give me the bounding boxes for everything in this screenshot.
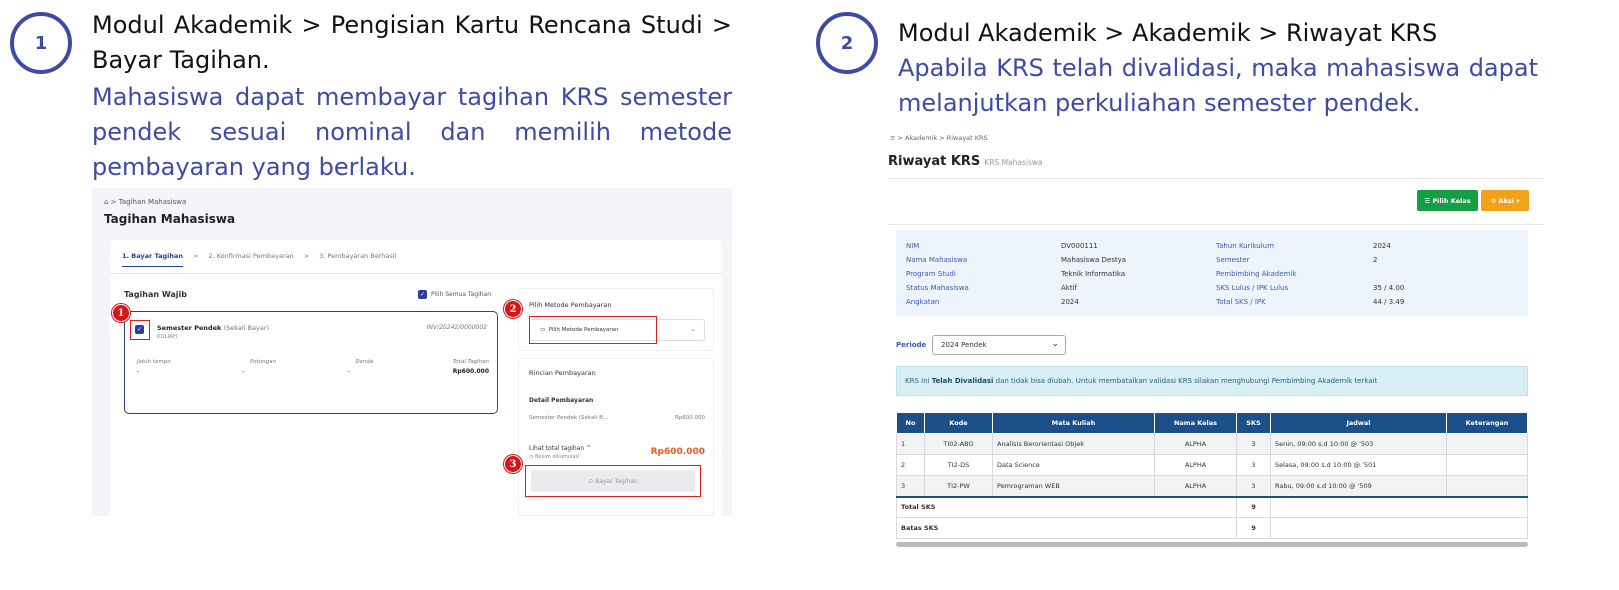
info-row: Program Studi Teknik Informatika Pembimbi… <box>906 270 1297 278</box>
view-total-toggle[interactable]: Lihat total tagihan ^ <box>529 445 591 452</box>
highlight-box <box>529 316 657 344</box>
riwayat-krs-screenshot: ≡ > Akademik > Riwayat KRS Riwayat KRS KR… <box>880 126 1544 550</box>
info-row: Status Mahasiswa Aktif SKS Lulus / IPK Lu… <box>906 284 1405 292</box>
callout-badge-3: 3 <box>504 455 522 473</box>
col-header: No <box>896 412 925 434</box>
tab-berhasil[interactable]: 3. Pembayaran Berhasil <box>319 252 396 267</box>
bill-category: KULIAH <box>157 334 178 340</box>
tab-separator: > <box>193 252 199 260</box>
table-row: 1 TI02-ABO Analisis Berorientasi Objek ALPH… <box>896 433 1528 455</box>
student-info-panel: NIM DV000111 Tahun Kurikulum 2024 Nama Mah… <box>896 230 1528 316</box>
horizontal-scrollbar[interactable] <box>896 542 1528 547</box>
tagihan-screenshot: ⌂ > Tagihan Mahasiswa Tagihan Mahasiswa … <box>92 188 732 516</box>
payment-summary-panel: Rincian Pembayaran Detail Pembayaran Sem… <box>518 358 714 516</box>
highlight-box <box>525 465 701 497</box>
summary-title: Rincian Pembayaran <box>529 369 596 377</box>
breadcrumb: ⌂ > Tagihan Mahasiswa <box>104 198 187 206</box>
step-2-badge: 2 <box>816 12 878 74</box>
select-all-label: Pilih Semua Tagihan <box>431 291 492 298</box>
validation-alert: KRS ini Telah Divalidasi dan tidak bisa … <box>896 366 1528 396</box>
periode-select[interactable]: 2024 Pendek ⌄ <box>932 335 1066 355</box>
tagihan-card: 1. Bayar Tagihan > 2. Konfirmasi Pembaya… <box>110 240 722 516</box>
table-row: 2 TI2-DS Data Science ALPHA 3 Selasa, 09:00 s… <box>896 454 1528 476</box>
card-divider <box>888 224 1544 225</box>
periode-label: Periode <box>896 341 927 349</box>
step-1-heading: Modul Akademik > Pengisian Kartu Rencana… <box>92 11 732 74</box>
callout-badge-2: 2 <box>504 300 522 318</box>
section-title: Tagihan Wajib <box>124 290 188 299</box>
breadcrumb: ≡ > Akademik > Riwayat KRS <box>890 134 988 142</box>
page-title: Riwayat KRS KRS Mahasiswa <box>888 154 1043 169</box>
bill-name: Semester Pendek (Sekali Bayar) <box>157 324 270 332</box>
invoice-number: INV/20242/0000002 <box>426 324 487 331</box>
step-1-badge: 1 <box>10 12 72 74</box>
detail-label: Semester Pendek (Sekali B... <box>529 415 609 421</box>
pilih-kelas-button[interactable]: ☰ Pilih Kelas <box>1417 190 1478 211</box>
col-header: Mata Kuliah <box>992 412 1155 434</box>
select-all-toggle[interactable]: ✓ Pilih Semua Tagihan <box>418 290 491 299</box>
chevron-down-icon: ⌄ <box>690 325 696 333</box>
col-header: Keterangan <box>1446 412 1528 434</box>
step-tabs: 1. Bayar Tagihan > 2. Konfirmasi Pembaya… <box>122 252 396 267</box>
total-note: ◷ Belum dikumulasi <box>529 454 580 460</box>
info-row: Angkatan 2024 Total SKS / IPK 44 / 3.49 <box>906 298 1405 306</box>
chevron-down-icon: ⌄ <box>1051 339 1059 349</box>
highlight-box <box>130 320 150 340</box>
page-subtitle: KRS Mahasiswa <box>984 158 1043 167</box>
step-2-heading: Modul Akademik > Akademik > Riwayat KRS <box>898 19 1438 47</box>
bill-item[interactable]: ✓ Semester Pendek (Sekali Bayar) KULIAH … <box>124 311 498 414</box>
aksi-button[interactable]: ⚙ Aksi ▾ <box>1481 190 1529 211</box>
total-amount: Rp600.000 <box>650 447 705 457</box>
step-2-description: Apabila KRS telah divalidasi, maka mahas… <box>898 54 1538 117</box>
table-row: 3 TI2-PW Pemrograman WEB ALPHA 3 Rabu, 09:00 … <box>896 475 1528 497</box>
total-sks-row: Total SKS 9 <box>896 495 1528 518</box>
info-row: NIM DV000111 Tahun Kurikulum 2024 <box>906 242 1391 250</box>
tab-separator: > <box>303 252 310 260</box>
payment-method-title: Pilih Metode Pembayaran <box>529 301 612 309</box>
detail-value: Rp600.000 <box>674 415 705 421</box>
krs-table: No Kode Mata Kuliah Nama Kelas SKS Jadwa… <box>896 412 1528 539</box>
col-header: Nama Kelas <box>1154 412 1237 434</box>
bill-col-values: - - - Rp600.000 <box>137 368 489 375</box>
tab-konfirmasi[interactable]: 2. Konfirmasi Pembayaran <box>208 252 293 267</box>
info-row: Nama Mahasiswa Mahasiswa Destya Semester 2 <box>906 256 1378 264</box>
callout-badge-1: 1 <box>112 304 130 322</box>
page-title: Tagihan Mahasiswa <box>104 212 236 226</box>
col-header: SKS <box>1236 412 1271 434</box>
detail-title: Detail Pembayaran <box>529 397 594 404</box>
batas-sks-row: Batas SKS 9 <box>896 517 1528 539</box>
step-1-description: Mahasiswa dapat membayar tagihan KRS sem… <box>92 83 732 181</box>
col-header: Jadwal <box>1270 412 1447 434</box>
check-icon[interactable]: ✓ <box>418 290 427 299</box>
tab-bayar-tagihan[interactable]: 1. Bayar Tagihan <box>122 252 183 267</box>
tab-divider <box>110 273 722 274</box>
bill-col-headers: Jatuh tempo Potongan Denda Total Tagihan <box>137 359 489 365</box>
table-header-row: No Kode Mata Kuliah Nama Kelas SKS Jadwa… <box>896 412 1528 434</box>
col-header: Kode <box>924 412 993 434</box>
payment-method-panel: Pilih Metode Pembayaran ▭ Pilih Metode P… <box>518 288 714 351</box>
